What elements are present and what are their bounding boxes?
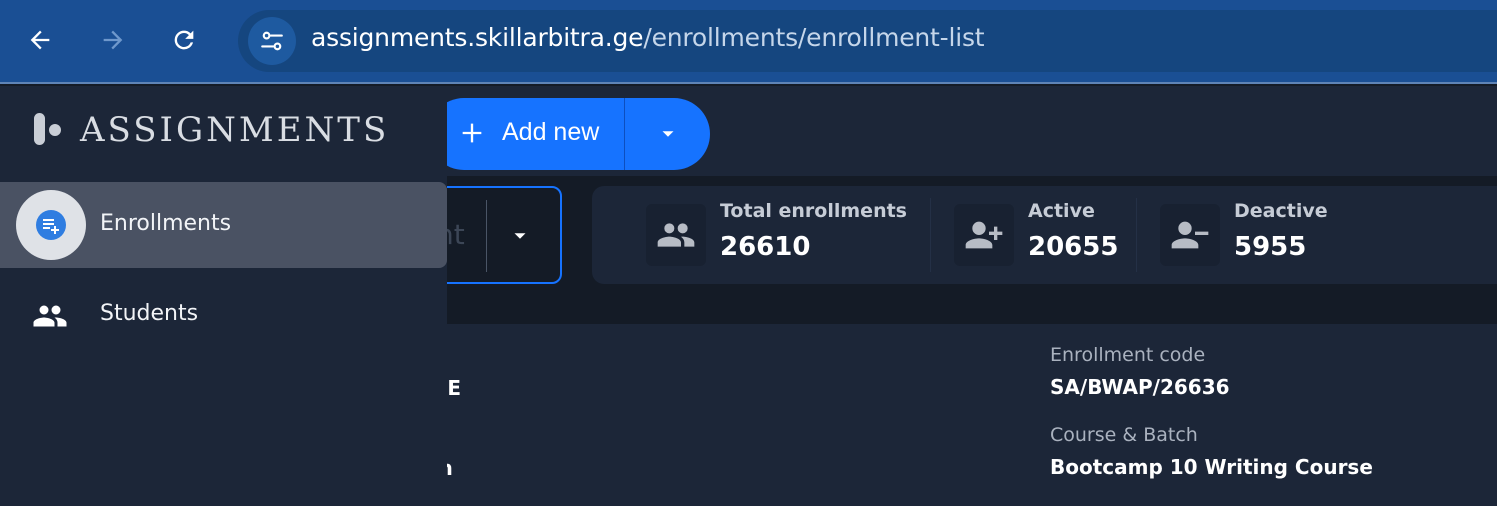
- brand-logo: [34, 113, 64, 147]
- arrow-right-icon: [103, 30, 123, 50]
- url-text: assignments.skillarbitra.ge/enrollments/…: [311, 23, 985, 52]
- add-new-label: Add new: [502, 118, 600, 146]
- address-bar[interactable]: assignments.skillarbitra.ge/enrollments/…: [238, 10, 1497, 72]
- forward-button[interactable]: [87, 14, 139, 66]
- people-icon: [32, 298, 68, 334]
- sidebar-item-label: Students: [100, 301, 199, 326]
- sidebar-item-students[interactable]: Students: [0, 272, 447, 358]
- add-new-dropdown[interactable]: [626, 98, 710, 170]
- tune-icon: [261, 31, 283, 51]
- stat-value: 26610: [720, 232, 811, 262]
- person-remove-icon: [1160, 204, 1220, 266]
- reload-icon: [174, 30, 194, 50]
- select-divider: [486, 200, 487, 272]
- brand[interactable]: ASSIGNMENTS: [34, 110, 389, 150]
- enrollment-code-label: Enrollment code: [1050, 344, 1206, 366]
- reload-button[interactable]: [158, 14, 210, 66]
- url-host: assignments.skillarbitra.ge: [311, 23, 644, 52]
- stat-value: 5955: [1234, 232, 1307, 262]
- add-new-button[interactable]: Add new: [428, 98, 710, 170]
- url-path: /enrollments/enrollment-list: [643, 23, 985, 52]
- caret-down-icon: [662, 131, 674, 137]
- sidebar-icon-wrap: [16, 190, 86, 260]
- stat-title: Active: [1028, 200, 1095, 222]
- person-add-icon: [954, 204, 1014, 266]
- stat-value: 20655: [1028, 232, 1119, 262]
- back-button[interactable]: [14, 14, 66, 66]
- brand-name: ASSIGNMENTS: [80, 110, 390, 150]
- sidebar: ASSIGNMENTS Enrollments Students: [0, 86, 447, 506]
- stat-title: Deactive: [1234, 200, 1328, 222]
- plus-icon: [462, 123, 482, 143]
- stat-total-enrollments: Total enrollments 26610: [646, 186, 936, 284]
- arrow-left-icon: [30, 30, 50, 50]
- stat-deactive: Deactive 5955: [1160, 186, 1380, 284]
- course-batch-value: Bootcamp 10 Writing Course: [1050, 455, 1373, 479]
- filter-select-toggle[interactable]: [502, 220, 538, 252]
- stat-title: Total enrollments: [720, 200, 907, 222]
- sidebar-item-enrollments[interactable]: Enrollments: [0, 182, 447, 268]
- site-info-button[interactable]: [248, 17, 296, 65]
- course-batch-label: Course & Batch: [1050, 424, 1198, 446]
- enrollment-code-value: SA/BWAP/26636: [1050, 375, 1230, 399]
- stat-divider: [1136, 198, 1137, 272]
- caret-down-icon: [514, 233, 526, 239]
- group-icon: [646, 204, 706, 266]
- playlist-add-icon: [36, 210, 66, 240]
- stat-active: Active 20655: [954, 186, 1134, 284]
- stat-divider: [930, 198, 931, 272]
- browser-toolbar: assignments.skillarbitra.ge/enrollments/…: [0, 0, 1497, 84]
- sidebar-item-label: Enrollments: [100, 211, 232, 236]
- stats-panel: Total enrollments 26610 Active 20655 Dea…: [592, 186, 1497, 284]
- button-divider: [624, 98, 625, 170]
